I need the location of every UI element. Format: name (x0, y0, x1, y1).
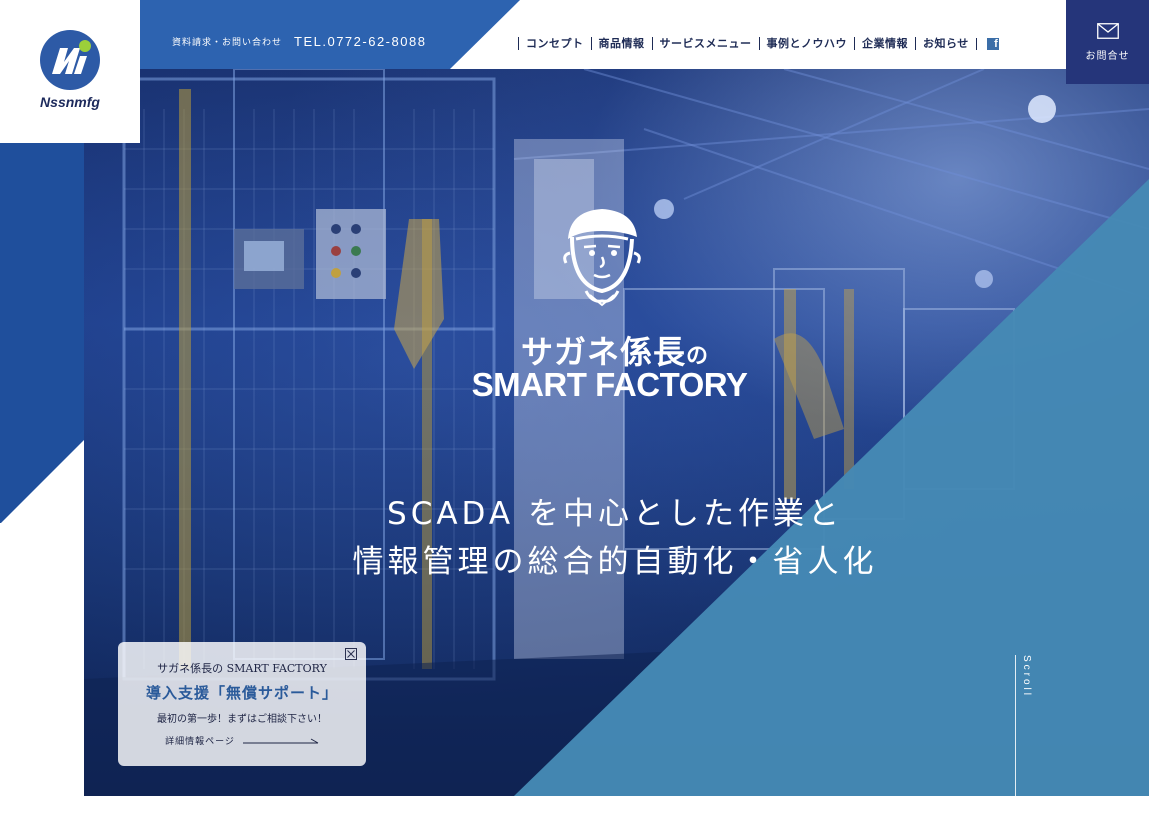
close-icon[interactable] (345, 648, 357, 660)
tagline-line-1: SCADA を中心とした作業と (387, 496, 843, 532)
contact-button-label: お問合せ (1085, 50, 1130, 62)
nav-item-company[interactable]: 企業情報 (854, 37, 915, 50)
hero-tagline: SCADA を中心とした作業と 情報管理の総合的自動化・省人化 (300, 490, 930, 586)
banner-title: 導入支援「無償サポート」 (145, 684, 338, 702)
details-link[interactable]: 詳細情報ページ (118, 734, 366, 747)
nssnmfg-logo-icon (40, 30, 100, 90)
arrow-right-icon (242, 738, 319, 743)
contact-button[interactable]: お問合せ (1066, 0, 1149, 84)
phone-number[interactable]: TEL.0772-62-8088 (294, 34, 426, 49)
site-logo[interactable]: Nssnmfg (0, 0, 140, 143)
product-logo-en: SMART FACTORY (471, 366, 748, 403)
banner-subtitle: サガネ係長の SMART FACTORY (157, 662, 327, 675)
banner-note: 最初の第一歩！まずはご相談下さい！ (157, 714, 327, 725)
logo-wordmark: Nssnmfg (40, 94, 100, 110)
nav-item-service-menu[interactable]: サービスメニュー (651, 37, 759, 50)
mascot-face-icon (563, 209, 641, 307)
nav-item-products[interactable]: 商品情報 (590, 37, 652, 50)
nav-item-concept[interactable]: コンセプト (518, 37, 591, 50)
main-nav: コンセプト 商品情報 サービスメニュー 事例とノウハウ 企業情報 お知らせ f (518, 37, 999, 50)
facebook-icon: f (986, 37, 999, 50)
facebook-link[interactable]: f (975, 37, 999, 50)
details-link-label: 詳細情報ページ (165, 737, 235, 747)
contact-label: 資料請求・お問い合わせ (172, 38, 283, 48)
header-contact[interactable]: 資料請求・お問い合わせ TEL.0772-62-8088 (172, 34, 426, 49)
mail-icon (1096, 22, 1119, 39)
nav-item-news[interactable]: お知らせ (915, 37, 976, 50)
scroll-indicator[interactable]: Scroll (1021, 655, 1032, 698)
scroll-line (1015, 655, 1016, 824)
nav-item-cases[interactable]: 事例とノウハウ (758, 37, 855, 50)
tagline-line-2: 情報管理の総合的自動化・省人化 (352, 544, 878, 580)
support-banner[interactable]: サガネ係長の SMART FACTORY 導入支援「無償サポート」 最初の第一歩… (118, 642, 366, 766)
